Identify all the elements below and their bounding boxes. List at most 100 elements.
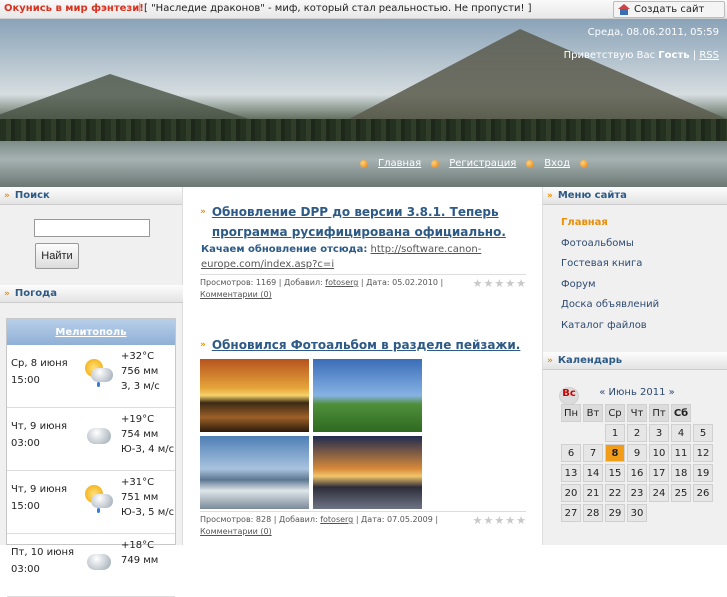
calendar-day[interactable]: 21 — [583, 484, 603, 502]
forecast-day: Ср, 8 июня — [11, 358, 68, 369]
calendar-day[interactable]: 9 — [627, 444, 647, 462]
star-icon[interactable]: ★ — [473, 278, 483, 289]
entry-title-line[interactable]: Обновление DPP до версии 3.8.1. Теперь — [212, 205, 499, 219]
menu-item-photoalbums[interactable]: Фотоальбомы — [561, 234, 727, 255]
rss-link[interactable]: RSS — [699, 50, 719, 61]
arrow-icon: » — [200, 340, 206, 350]
calendar-day[interactable]: 18 — [671, 464, 691, 482]
calendar: « Июнь 2011 » Пн Вт Ср Чт Пт Сб Вс 1 2 3… — [559, 387, 715, 524]
calendar-title: Календарь — [557, 355, 623, 366]
weather-city[interactable]: Мелитополь — [7, 319, 175, 345]
sun-cloud-rain-icon — [85, 485, 113, 513]
rating-stars[interactable]: ★ ★ ★ ★ ★ — [473, 278, 526, 289]
search-block-title: » Поиск — [0, 187, 182, 205]
search-input[interactable] — [34, 219, 150, 237]
calendar-day[interactable]: 27 — [561, 504, 581, 522]
calendar-day[interactable]: 16 — [627, 464, 647, 482]
divider: | — [138, 2, 142, 13]
menu-item-home[interactable]: Главная — [561, 213, 727, 234]
photo-thumbnail[interactable] — [313, 359, 422, 432]
calendar-day[interactable]: 30 — [627, 504, 647, 522]
weather-title: Погода — [14, 288, 57, 299]
calendar-next[interactable]: » — [669, 387, 675, 398]
star-icon[interactable]: ★ — [473, 515, 483, 526]
promo-text[interactable]: Окунись в мир фэнтези! — [4, 3, 144, 14]
entry-title-line[interactable]: Обновился Фотоальбом в разделе пейзажи. — [212, 335, 521, 355]
entry-body-link[interactable]: http://software.canon- — [371, 244, 482, 255]
calendar-day[interactable]: 23 — [627, 484, 647, 502]
star-icon[interactable]: ★ — [505, 515, 515, 526]
entry-title[interactable]: » Обновление DPP до версии 3.8.1. Теперь… — [200, 202, 540, 242]
calendar-day[interactable]: 11 — [671, 444, 691, 462]
calendar-day[interactable]: 17 — [649, 464, 669, 482]
search-button[interactable]: Найти — [35, 243, 79, 269]
star-icon[interactable]: ★ — [516, 278, 526, 289]
calendar-day[interactable]: 1 — [605, 424, 625, 442]
calendar-day[interactable]: 6 — [561, 444, 581, 462]
calendar-grid: Пн Вт Ср Чт Пт Сб Вс 1 2 3 4 5 6 7 8 9 1… — [559, 387, 715, 524]
calendar-day[interactable]: 13 — [561, 464, 581, 482]
calendar-day[interactable]: 3 — [649, 424, 669, 442]
entry-body-link[interactable]: europe.com/index.asp?c=i — [201, 259, 334, 270]
photo-thumbnail[interactable] — [313, 436, 422, 509]
entry-author[interactable]: fotoserg — [325, 278, 358, 287]
star-icon[interactable]: ★ — [505, 278, 515, 289]
create-site-button[interactable]: Создать сайт — [613, 1, 725, 18]
calendar-day-today[interactable]: 8 — [605, 444, 625, 462]
nav-home[interactable]: Главная — [378, 158, 421, 169]
arrow-icon: » — [547, 355, 553, 366]
star-icon[interactable]: ★ — [516, 515, 526, 526]
calendar-day[interactable]: 10 — [649, 444, 669, 462]
menu-item-files[interactable]: Каталог файлов — [561, 316, 727, 337]
nav-login[interactable]: Вход — [544, 158, 570, 169]
arrow-icon: » — [547, 190, 553, 201]
calendar-prev[interactable]: « — [599, 387, 605, 398]
forecast-temp: +31°C — [121, 477, 155, 488]
arrow-icon: » — [4, 190, 10, 201]
star-icon[interactable]: ★ — [484, 515, 494, 526]
photo-thumbnail[interactable] — [200, 436, 309, 509]
menu-item-forum[interactable]: Форум — [561, 275, 727, 296]
entry-body-label: Качаем обновление отсюда: — [201, 244, 368, 255]
calendar-day[interactable]: 14 — [583, 464, 603, 482]
rating-stars[interactable]: ★ ★ ★ ★ ★ — [473, 515, 526, 526]
calendar-day[interactable]: 26 — [693, 484, 713, 502]
calendar-month[interactable]: Июнь 2011 — [609, 387, 666, 398]
create-site-label: Создать сайт — [634, 4, 705, 15]
calendar-day[interactable]: 2 — [627, 424, 647, 442]
calendar-day[interactable]: 29 — [605, 504, 625, 522]
calendar-day[interactable]: 20 — [561, 484, 581, 502]
calendar-block-title: » Календарь — [543, 352, 727, 370]
weekday-label: Ср — [605, 404, 625, 422]
star-icon[interactable]: ★ — [494, 515, 504, 526]
calendar-day[interactable]: 22 — [605, 484, 625, 502]
photo-thumbnail[interactable] — [200, 359, 309, 432]
calendar-day[interactable]: 25 — [671, 484, 691, 502]
menu-item-guestbook[interactable]: Гостевая книга — [561, 254, 727, 275]
entry-meta: Просмотров: 828 | Добавил: fotoserg | Да… — [200, 511, 526, 538]
forecast-day: Чт, 9 июня — [11, 484, 68, 495]
menu-item-board[interactable]: Доска объявлений — [561, 295, 727, 316]
entry-title[interactable]: » Обновился Фотоальбом в разделе пейзажи… — [200, 335, 540, 355]
forecast-temp: +19°C — [121, 414, 155, 425]
entry-comments-link[interactable]: Комментарии (0) — [200, 290, 272, 299]
calendar-day[interactable]: 15 — [605, 464, 625, 482]
entry-title-line[interactable]: программа русифицирована официально. — [212, 225, 506, 239]
calendar-day[interactable]: 19 — [693, 464, 713, 482]
calendar-day[interactable]: 5 — [693, 424, 713, 442]
star-icon[interactable]: ★ — [494, 278, 504, 289]
calendar-day[interactable]: 4 — [671, 424, 691, 442]
calendar-empty — [583, 424, 603, 442]
calendar-day[interactable]: 24 — [649, 484, 669, 502]
arrow-icon: » — [200, 207, 206, 217]
promo-message[interactable]: [ "Наследие драконов" - миф, который ста… — [144, 3, 532, 14]
calendar-day[interactable]: 12 — [693, 444, 713, 462]
star-icon[interactable]: ★ — [484, 278, 494, 289]
entry-comments-link[interactable]: Комментарии (0) — [200, 527, 272, 536]
forecast-pressure: 749 мм — [121, 555, 159, 566]
nav-register[interactable]: Регистрация — [449, 158, 516, 169]
calendar-day[interactable]: 7 — [583, 444, 603, 462]
calendar-day[interactable]: 28 — [583, 504, 603, 522]
entry-author[interactable]: fotoserg — [320, 515, 353, 524]
search-form — [0, 205, 182, 237]
